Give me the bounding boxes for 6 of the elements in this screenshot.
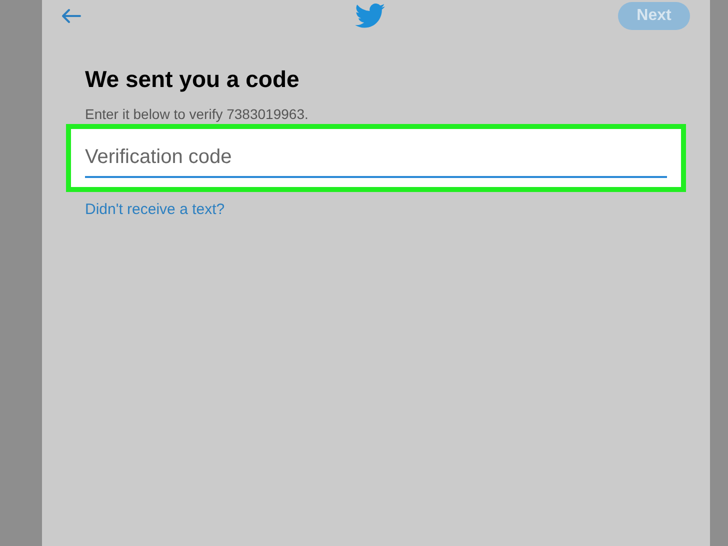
dialog-title: We sent you a code <box>85 65 300 94</box>
verification-code-field[interactable]: Verification code <box>66 124 686 192</box>
back-arrow-icon[interactable] <box>60 8 82 24</box>
bird-logo-icon <box>355 3 385 29</box>
verify-instruction: Enter it below to verify 7383019963. <box>85 106 310 122</box>
resend-link[interactable]: Didn't receive a text? <box>85 201 225 218</box>
